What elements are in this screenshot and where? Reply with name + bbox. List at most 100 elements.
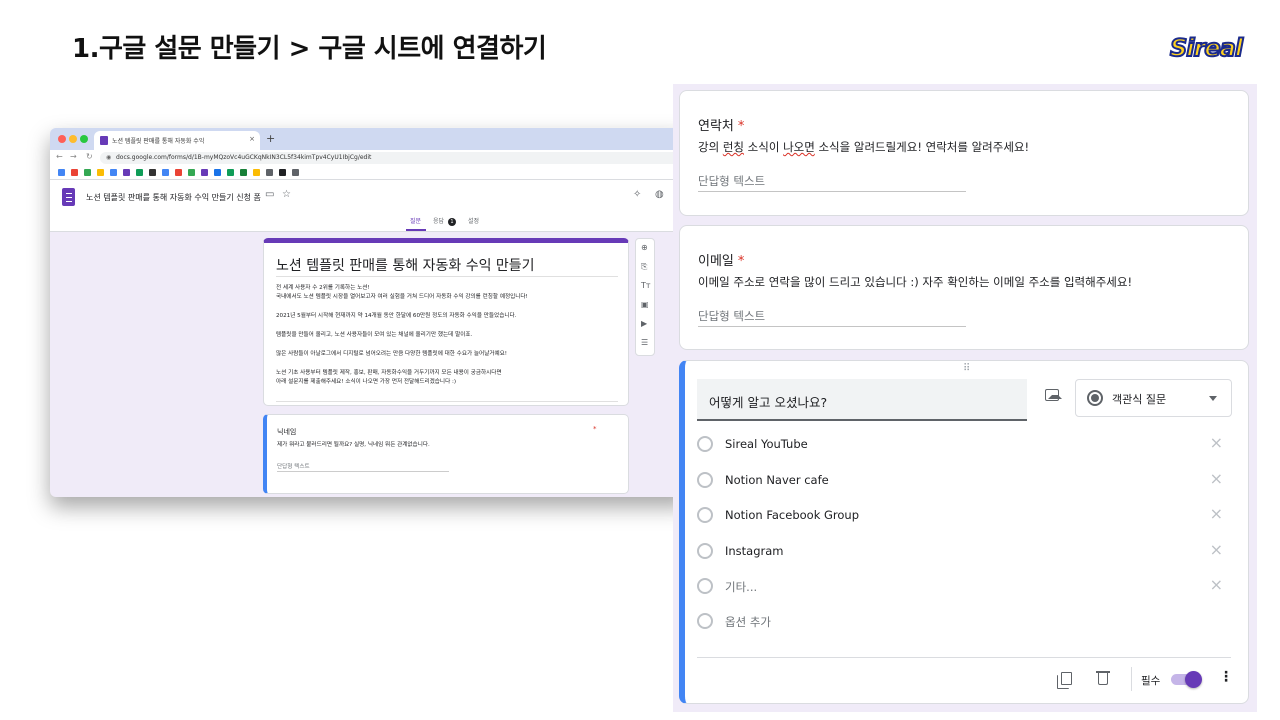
footer-divider	[697, 657, 1231, 658]
add-option-label[interactable]: 옵션 추가	[725, 614, 771, 630]
question-title: 닉네임	[277, 428, 297, 436]
footer-separator	[1131, 667, 1132, 691]
bookmark-icon[interactable]	[227, 169, 234, 176]
bookmark-icon[interactable]	[279, 169, 286, 176]
bookmark-icon[interactable]	[253, 169, 260, 176]
minimize-window-dot[interactable]	[69, 135, 77, 143]
option-label[interactable]: Notion Facebook Group	[725, 508, 859, 522]
form-header: 노션 템플릿 판매를 통해 자동화 수익 만들기 신청 폼 ▭ ☆ ✧ ◍ 질문…	[50, 180, 690, 232]
bookmark-icon[interactable]	[292, 169, 299, 176]
addon-icon[interactable]: ✧	[633, 189, 641, 200]
address-bar: ← → ↻ ◉ docs.google.com/forms/d/1B-myMQz…	[50, 150, 690, 166]
add-question-icon[interactable]: ⊕	[641, 243, 648, 252]
delete-icon[interactable]	[1096, 671, 1110, 685]
url-field[interactable]: ◉ docs.google.com/forms/d/1B-myMQzoVc4uG…	[100, 152, 680, 164]
desc-part: 소식이	[744, 140, 784, 154]
remove-option-icon[interactable]: ×	[1210, 575, 1223, 594]
question-type-select[interactable]: 객관식 질문	[1075, 379, 1232, 417]
bookmark-icon[interactable]	[123, 169, 130, 176]
option-row[interactable]: 기타... ×	[697, 575, 1227, 597]
new-tab-button[interactable]: +	[266, 132, 275, 145]
form-title[interactable]: 노션 템플릿 판매를 통해 자동화 수익 만들기	[276, 255, 535, 275]
question-description: 이메일 주소로 연락을 많이 드리고 있습니다 :) 자주 확인하는 이메일 주…	[698, 275, 1133, 289]
form-name[interactable]: 노션 템플릿 판매를 통해 자동화 수익 만들기 신청 폼	[86, 192, 261, 203]
duplicate-icon[interactable]	[1057, 672, 1072, 689]
radio-circle-icon	[697, 613, 713, 629]
add-image-icon[interactable]	[1045, 389, 1062, 401]
toggle-knob	[1185, 671, 1202, 688]
desc-part: 강의	[698, 140, 723, 154]
tab-close-icon[interactable]: ×	[249, 135, 255, 143]
source-question-card[interactable]: ⠿ 어떻게 알고 오셨나요? 객관식 질문 Sireal YouTube × N…	[679, 360, 1249, 704]
bookmark-icon[interactable]	[201, 169, 208, 176]
responses-count-badge: 1	[447, 218, 456, 226]
form-description-line: 템플릿을 만들어 올리고, 노션 사용자들이 모여 있는 채널에 올리기만 했는…	[276, 332, 473, 338]
url-text: docs.google.com/forms/d/1B-myMQzoVc4uGCK…	[116, 154, 372, 161]
back-icon[interactable]: ←	[56, 152, 63, 161]
required-star: *	[737, 254, 745, 269]
option-label[interactable]: Sireal YouTube	[725, 437, 808, 451]
option-row[interactable]: Sireal YouTube ×	[697, 433, 1227, 455]
zoomed-form-panel: 연락처 * 강의 런칭 소식이 나오면 소식을 알려드릴게요! 연락처를 알려주세…	[673, 84, 1257, 712]
maximize-window-dot[interactable]	[80, 135, 88, 143]
close-window-dot[interactable]	[58, 135, 66, 143]
add-video-icon[interactable]: ▶	[641, 319, 647, 328]
option-label[interactable]: Notion Naver cafe	[725, 473, 829, 487]
lock-icon: ◉	[106, 154, 112, 161]
option-row[interactable]: Notion Naver cafe ×	[697, 469, 1227, 491]
tab-settings[interactable]: 설정	[468, 216, 479, 225]
option-row[interactable]: Notion Facebook Group ×	[697, 504, 1227, 526]
bookmark-icon[interactable]	[149, 169, 156, 176]
question-type-label: 객관식 질문	[1112, 393, 1167, 406]
drag-handle-icon[interactable]: ⠿	[963, 363, 971, 374]
question-title: 이메일 *	[698, 250, 744, 269]
bookmark-icon[interactable]	[84, 169, 91, 176]
tab-bar: 노션 템플릿 판매를 통해 자동화 수익 × +	[50, 128, 690, 150]
browser-tab[interactable]: 노션 템플릿 판매를 통해 자동화 수익 ×	[94, 131, 260, 150]
bookmark-gmail-icon[interactable]	[71, 169, 78, 176]
forward-icon[interactable]: →	[70, 152, 77, 161]
required-toggle[interactable]	[1171, 671, 1202, 688]
bookmark-icon[interactable]	[110, 169, 117, 176]
bookmark-icon[interactable]	[240, 169, 247, 176]
bookmark-icon[interactable]	[136, 169, 143, 176]
more-options-icon[interactable]: ⋮	[1219, 669, 1233, 685]
add-option-row[interactable]: 옵션 추가	[697, 610, 1227, 632]
remove-option-icon[interactable]: ×	[1210, 540, 1223, 559]
email-question-card[interactable]: 이메일 * 이메일 주소로 연락을 많이 드리고 있습니다 :) 자주 확인하는 …	[679, 225, 1249, 350]
remove-option-icon[interactable]: ×	[1210, 469, 1223, 488]
tab-responses[interactable]: 응답 1	[433, 216, 456, 226]
radio-circle-icon	[697, 436, 713, 452]
short-answer-placeholder: 단답형 텍스트	[698, 174, 766, 188]
spellcheck-word: 런칭	[722, 140, 744, 154]
nickname-question-card[interactable]: 닉네임 * 제가 뭐라고 불러드리면 될까요? 실명, 닉네임 뭐든 관계없습니…	[263, 414, 629, 494]
add-title-icon[interactable]: Tт	[641, 281, 651, 290]
tab-questions[interactable]: 질문	[410, 216, 421, 225]
forms-favicon-icon	[100, 136, 108, 145]
required-star: *	[737, 119, 745, 134]
bookmarks-bar	[50, 166, 690, 180]
remove-option-icon[interactable]: ×	[1210, 504, 1223, 523]
bookmark-icon[interactable]	[214, 169, 221, 176]
folder-icon[interactable]: ▭	[265, 189, 274, 200]
option-label-other[interactable]: 기타...	[725, 579, 757, 595]
star-icon[interactable]: ☆	[282, 189, 291, 200]
bookmark-google-icon[interactable]	[58, 169, 65, 176]
import-questions-icon[interactable]: ⎘	[641, 262, 647, 272]
remove-option-icon[interactable]: ×	[1210, 433, 1223, 452]
bookmark-icon[interactable]	[162, 169, 169, 176]
add-image-icon[interactable]: ▣	[641, 300, 649, 309]
bookmark-icon[interactable]	[266, 169, 273, 176]
bookmark-icon[interactable]	[175, 169, 182, 176]
form-description-line: 국내에서도 노션 템플릿 시장을 열어보고자 여러 실험을 거쳐 드디어 자동화…	[276, 294, 528, 300]
bookmark-icon[interactable]	[188, 169, 195, 176]
question-title-input[interactable]: 어떻게 알고 오셨나요?	[697, 379, 1027, 421]
option-row[interactable]: Instagram ×	[697, 540, 1227, 562]
contact-question-card[interactable]: 연락처 * 강의 런칭 소식이 나오면 소식을 알려드릴게요! 연락처를 알려주세…	[679, 90, 1249, 216]
reload-icon[interactable]: ↻	[86, 152, 93, 161]
palette-icon[interactable]: ◍	[655, 189, 664, 200]
option-label[interactable]: Instagram	[725, 544, 784, 558]
add-section-icon[interactable]: ☰	[641, 338, 648, 347]
form-title-card[interactable]: 노션 템플릿 판매를 통해 자동화 수익 만들기 전 세계 사용자 수 2위를 …	[263, 238, 629, 406]
bookmark-icon[interactable]	[97, 169, 104, 176]
